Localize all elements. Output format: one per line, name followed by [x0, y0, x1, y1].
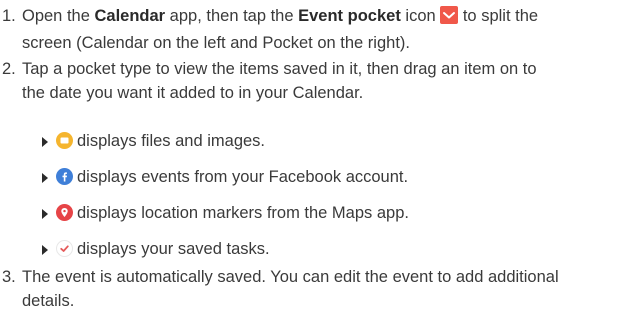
- step-text: Tap a pocket type to view the items save…: [22, 57, 637, 105]
- pocket-type-files: displays files and images.: [42, 130, 265, 152]
- bullet-triangle-icon: [42, 245, 48, 255]
- bullet-triangle-icon: [42, 209, 48, 219]
- facebook-icon: [56, 168, 73, 185]
- calendar-app-name: Calendar: [94, 7, 166, 25]
- event-pocket-label: Event pocket: [298, 7, 401, 25]
- step-2-line-2: the date you want it added to in your Ca…: [22, 84, 364, 102]
- step-2: 2. Tap a pocket type to view the items s…: [0, 57, 643, 107]
- step-1-text-c: icon: [400, 7, 441, 25]
- pocket-type-location: displays location markers from the Maps …: [42, 202, 409, 224]
- instructions-page: 1. Open the Calendar app, then tap the E…: [0, 0, 643, 315]
- pocket-type-facebook: displays events from your Facebook accou…: [42, 166, 408, 188]
- step-1-text-b: app, then tap the: [165, 7, 299, 25]
- bullet-triangle-icon: [42, 137, 48, 147]
- step-3-line-1: The event is automatically saved. You ca…: [22, 268, 559, 286]
- step-text: The event is automatically saved. You ca…: [22, 265, 637, 313]
- location-marker-icon: [56, 204, 73, 221]
- step-text: Open the Calendar app, then tap the Even…: [22, 4, 637, 55]
- step-3-line-2: details.: [22, 292, 75, 310]
- pocket-type-text: displays events from your Facebook accou…: [77, 168, 409, 186]
- pocket-type-tasks: displays your saved tasks.: [42, 238, 270, 260]
- bullet-triangle-icon: [42, 173, 48, 183]
- pocket-type-text: displays location markers from the Maps …: [77, 204, 409, 222]
- pocket-type-text: displays files and images.: [77, 132, 266, 150]
- step-3: 3. The event is automatically saved. You…: [0, 265, 643, 315]
- event-pocket-icon: [440, 6, 459, 31]
- pocket-type-text: displays your saved tasks.: [77, 240, 270, 258]
- folder-icon: [56, 132, 73, 149]
- step-2-line-1: Tap a pocket type to view the items save…: [22, 60, 537, 78]
- checkmark-icon: [56, 240, 73, 257]
- step-number: 3.: [2, 268, 16, 286]
- step-number: 2.: [2, 60, 16, 78]
- step-number: 1.: [2, 7, 16, 25]
- step-1-text-d: to split the: [458, 7, 539, 25]
- step-1-line-2: screen (Calendar on the left and Pocket …: [22, 34, 410, 52]
- step-1-text-a: Open the: [22, 7, 95, 25]
- step-1: 1. Open the Calendar app, then tap the E…: [0, 4, 643, 54]
